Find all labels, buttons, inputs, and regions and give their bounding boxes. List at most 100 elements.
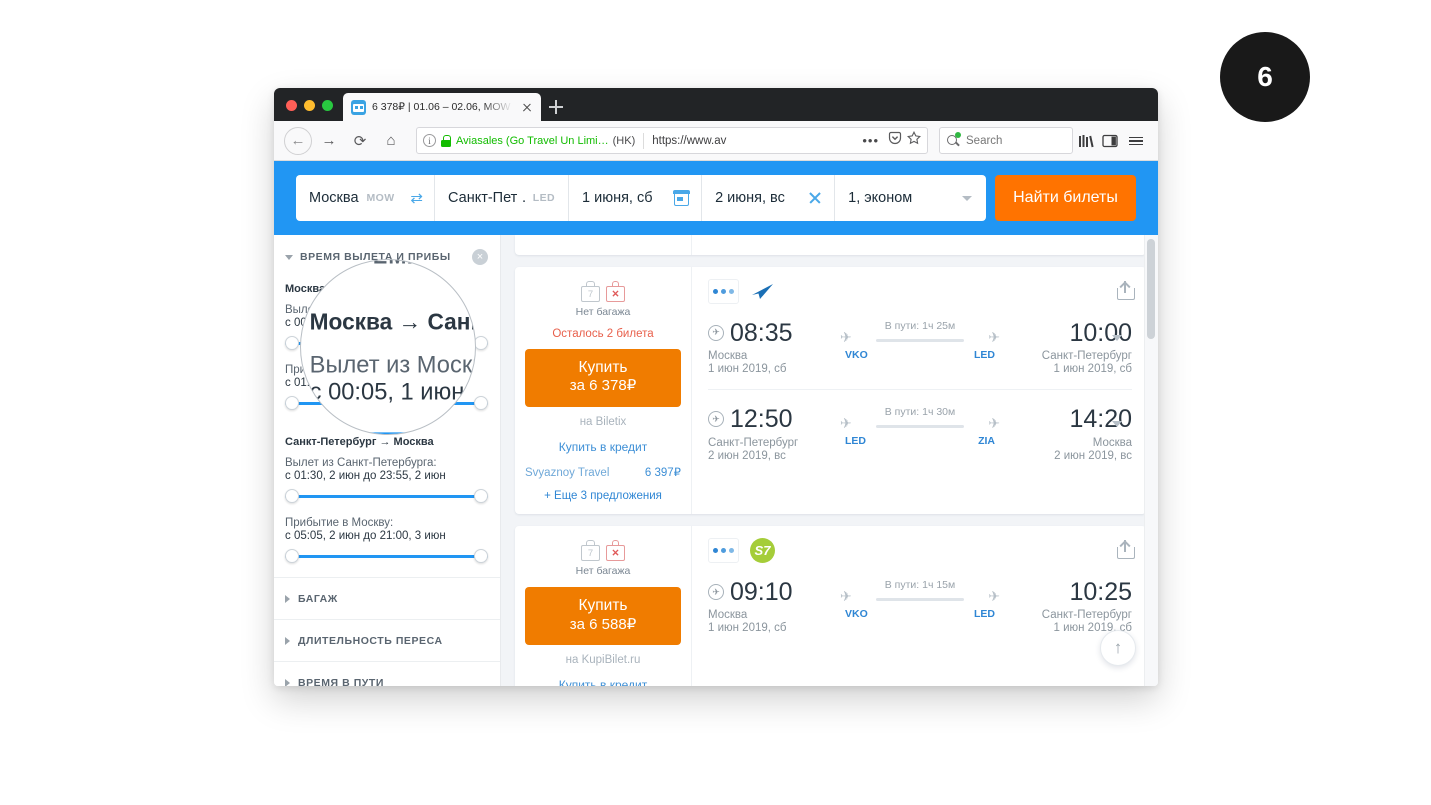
filter-section-header[interactable]: ВРЕМЯ ВЫЛЕТА И ПРИБЫ × (274, 235, 500, 271)
more-offers-link[interactable]: + Еще 3 предложения (525, 490, 681, 502)
outbound-depart-slider[interactable] (285, 335, 488, 351)
page-actions-icon[interactable]: ••• (858, 133, 883, 148)
arrow-up-icon: ↑ (1113, 638, 1123, 657)
slider-handle-min[interactable] (285, 489, 299, 503)
share-icon[interactable] (1117, 280, 1135, 300)
screenshot-root: 6 6 378₽ | 01.06 – 02.06, MOW … ← → ⟳ ⌂ … (0, 0, 1431, 805)
baggage-icons: 7 ✕ (525, 540, 681, 562)
share-icon[interactable] (1117, 539, 1135, 560)
home-button[interactable]: ⌂ (377, 127, 405, 155)
library-icon[interactable] (1076, 127, 1096, 155)
filter-reset-button[interactable]: × (472, 249, 488, 265)
inbound-route-label: Санкт-Петербург → Москва (285, 436, 434, 448)
previous-card-left (515, 235, 692, 255)
menu-icon[interactable] (1124, 127, 1148, 155)
segment-departure: ✈ 08:35 Москва 1 июн 2019, сб (708, 320, 838, 375)
slider-handle-max[interactable] (474, 489, 488, 503)
plane-landing-icon: ✈ (988, 588, 1000, 605)
segment-arrival: 10:00 Санкт-Петербург 1 июн 2019, сб (1002, 320, 1132, 376)
filter-layover-duration[interactable]: ДЛИТЕЛЬНОСТЬ ПЕРЕСА (274, 619, 500, 661)
new-tab-button[interactable] (541, 93, 571, 121)
minimize-window-button[interactable] (304, 100, 315, 111)
browser-tab[interactable]: 6 378₽ | 01.06 – 02.06, MOW … (343, 93, 541, 121)
chevron-down-icon[interactable] (1112, 420, 1122, 427)
depart-date-field[interactable]: 1 июня, сб (569, 175, 703, 221)
inbound-depart-label: Вылет из Санкт-Петербурга: (285, 457, 437, 469)
buy-on-credit-link[interactable]: Купить в кредит (525, 440, 681, 454)
slider-handle-max[interactable] (474, 549, 488, 563)
origin-field[interactable]: Москва MOW ⇄ (296, 175, 435, 221)
bookmark-star-icon[interactable] (907, 130, 921, 150)
chevron-right-icon[interactable] (285, 637, 290, 645)
address-bar[interactable]: i Aviasales (Go Travel Un Limi… (HK) http… (416, 127, 928, 154)
chevron-right-icon[interactable] (285, 679, 290, 686)
return-date-field[interactable]: 2 июня, вс (702, 175, 836, 221)
maximize-window-button[interactable] (322, 100, 333, 111)
destination-field[interactable]: Санкт-Пет … LED (435, 175, 569, 221)
scrollbar-thumb[interactable] (1147, 239, 1155, 339)
buy-on-credit-link[interactable]: Купить в кредит (525, 678, 681, 686)
browser-window: 6 378₽ | 01.06 – 02.06, MOW … ← → ⟳ ⌂ i (274, 88, 1158, 686)
departure-city: Санкт-Петербург (708, 436, 799, 449)
filter-baggage[interactable]: БАГАЖ (274, 577, 500, 619)
forward-button[interactable]: → (315, 127, 343, 155)
slider-handle-max[interactable] (474, 396, 488, 410)
clear-return-date-icon[interactable] (808, 191, 822, 205)
departure-airport-code[interactable]: LED (845, 435, 866, 447)
multi-airline-icon (708, 538, 739, 564)
reload-button[interactable]: ⟳ (346, 127, 374, 155)
passengers-field[interactable]: 1, эконом (835, 175, 986, 221)
site-identity-name: Aviasales (Go Travel Un Limi… (456, 134, 609, 147)
close-icon[interactable] (519, 99, 535, 115)
ticket-circle-icon: ✈ (708, 584, 724, 601)
close-window-button[interactable] (286, 100, 297, 111)
pocket-icon[interactable] (888, 131, 902, 150)
slider-handle-min[interactable] (285, 336, 299, 350)
alternate-offer-row[interactable]: Svyaznoy Travel 6 397₽ (525, 465, 681, 479)
outbound-arrive-slider[interactable] (285, 395, 488, 411)
departure-time-row: ✈ 08:35 (708, 320, 838, 346)
arrival-time: 10:25 (1069, 578, 1132, 607)
arrival-airport-code[interactable]: LED (974, 349, 995, 361)
arrival-airport-code[interactable]: LED (974, 608, 995, 620)
sidebar-icon[interactable] (1099, 127, 1121, 155)
slider-handle-min[interactable] (285, 549, 299, 563)
inbound-arrive-slider[interactable] (285, 548, 488, 564)
inbound-depart-slider[interactable] (285, 488, 488, 504)
filter-travel-time[interactable]: ВРЕМЯ В ПУТИ (274, 661, 500, 686)
chevron-down-icon[interactable] (962, 195, 973, 201)
chevron-down-icon[interactable] (1112, 334, 1122, 341)
swap-icon[interactable]: ⇄ (410, 191, 423, 206)
departure-airport-code[interactable]: VKO (845, 608, 868, 620)
slider-handle-min[interactable] (285, 396, 299, 410)
filter-layover-duration-label: ДЛИТЕЛЬНОСТЬ ПЕРЕСА (298, 635, 443, 647)
buy-price: за 6 588₽ (569, 615, 637, 633)
scrollbar-track[interactable] (1144, 235, 1158, 686)
chevron-down-icon[interactable] (285, 254, 293, 260)
search-flights-button[interactable]: Найти билеты (995, 175, 1136, 221)
back-button[interactable]: ← (284, 126, 312, 155)
tab-title: 6 378₽ | 01.06 – 02.06, MOW … (372, 101, 513, 113)
buy-button[interactable]: Купить за 6 378₽ (525, 349, 681, 408)
departure-airport-code[interactable]: VKO (845, 349, 868, 361)
slider-track (285, 342, 488, 345)
slider-handle-max[interactable] (474, 336, 488, 350)
outbound-time-filter: Москва → Санкт-Петербург Вылет из Москвы… (274, 271, 500, 411)
segment-middle: В пути: 1ч 25м ✈ ✈ VKO LED (838, 320, 1002, 361)
arrival-airport-code[interactable]: ZIA (978, 435, 995, 447)
ticket-itinerary-panel: ✈ 08:35 Москва 1 июн 2019, сб В пути: 1ч… (692, 267, 1146, 514)
buy-button[interactable]: Купить за 6 588₽ (525, 587, 681, 646)
s7-logo-text: S7 (750, 538, 775, 564)
chevron-right-icon[interactable] (285, 595, 290, 603)
browser-navbar: ← → ⟳ ⌂ i Aviasales (Go Travel Un Limi…(… (274, 121, 1158, 161)
ticket-circle-icon: ✈ (708, 411, 724, 428)
scroll-to-top-button[interactable]: ↑ (1100, 630, 1136, 666)
browser-search-bar[interactable]: Search (939, 127, 1073, 154)
results-content: ВРЕМЯ ВЫЛЕТА И ПРИБЫ × Москва → Санкт-Пе… (274, 235, 1158, 686)
calendar-icon[interactable] (673, 189, 690, 206)
info-icon[interactable]: i (423, 134, 436, 147)
origin-city: Москва (309, 190, 359, 206)
ticket-card[interactable]: 7 ✕ Нет багажа Осталось 2 билета Купить з… (515, 267, 1146, 515)
s7-icon: S7 (747, 538, 778, 564)
ticket-card[interactable]: 7 ✕ Нет багажа Купить за 6 588₽ на KupiBi… (515, 526, 1146, 686)
